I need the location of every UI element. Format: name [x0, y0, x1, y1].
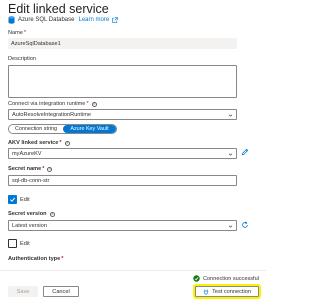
runtime-select[interactable]: AutoResolveIntegrationRuntime: [8, 109, 237, 120]
connection-status: Connection successful: [193, 275, 259, 282]
connection-status-text: Connection successful: [203, 275, 259, 282]
chevron-down-icon: [228, 114, 233, 117]
refresh-icon[interactable]: [241, 221, 249, 229]
checkmark-icon: [10, 197, 16, 202]
edit-secret-version-checkbox-row[interactable]: Edit: [8, 239, 30, 248]
service-type-text: Azure SQL Database: [18, 17, 75, 23]
edit-linked-service-panel: Edit linked service Azure SQL Database L…: [0, 0, 266, 300]
info-icon[interactable]: i: [64, 140, 70, 146]
chevron-down-icon: [228, 225, 233, 228]
pencil-icon[interactable]: [241, 148, 249, 156]
secret-version-select[interactable]: Latest version: [8, 220, 237, 231]
checkmark-circle-icon: [193, 275, 200, 282]
secret-name-label: Secret name * i: [8, 166, 53, 172]
secret-name-input[interactable]: sql-db-conn-str: [8, 175, 237, 186]
connection-string-option[interactable]: Connection string: [9, 125, 63, 133]
chevron-down-icon: [228, 153, 233, 156]
cancel-button[interactable]: Cancel: [43, 286, 79, 297]
description-label: Description: [8, 56, 36, 62]
runtime-label: Connect via integration runtime * i: [8, 101, 97, 107]
description-field[interactable]: [8, 65, 237, 98]
footer-divider: [0, 270, 266, 271]
akv-label: AKV linked service * i: [8, 140, 70, 146]
save-button[interactable]: Save: [8, 286, 38, 297]
test-connection-label: Test connection: [212, 288, 251, 295]
name-field[interactable]: AzureSqlDatabase1: [8, 38, 237, 49]
external-link-icon[interactable]: [112, 17, 118, 23]
test-connection-button[interactable]: Test connection: [193, 284, 261, 299]
secret-version-label: Secret version i: [8, 211, 55, 217]
info-icon[interactable]: i: [49, 211, 55, 217]
learn-more-link[interactable]: Learn more: [78, 17, 109, 23]
page-title: Edit linked service: [8, 2, 109, 16]
authentication-type-label: Authentication type *: [8, 256, 64, 262]
info-icon[interactable]: i: [91, 101, 97, 107]
sql-database-icon: [8, 16, 15, 24]
auth-source-toggle: Connection string Azure Key Vault: [8, 124, 117, 134]
edit-secret-name-checkbox[interactable]: [8, 195, 17, 204]
plug-icon: [203, 289, 209, 295]
subtitle-row: Azure SQL Database Learn more: [8, 15, 118, 25]
name-label: Name *: [8, 30, 27, 36]
edit-checkbox-label: Edit: [20, 240, 30, 247]
akv-linked-service-select[interactable]: myAzureKV: [8, 148, 237, 159]
edit-secret-version-checkbox[interactable]: [8, 239, 17, 248]
edit-secret-name-checkbox-row[interactable]: Edit: [8, 195, 30, 204]
info-icon[interactable]: i: [47, 166, 53, 172]
azure-key-vault-option[interactable]: Azure Key Vault: [63, 125, 116, 133]
edit-checkbox-label: Edit: [20, 196, 30, 203]
